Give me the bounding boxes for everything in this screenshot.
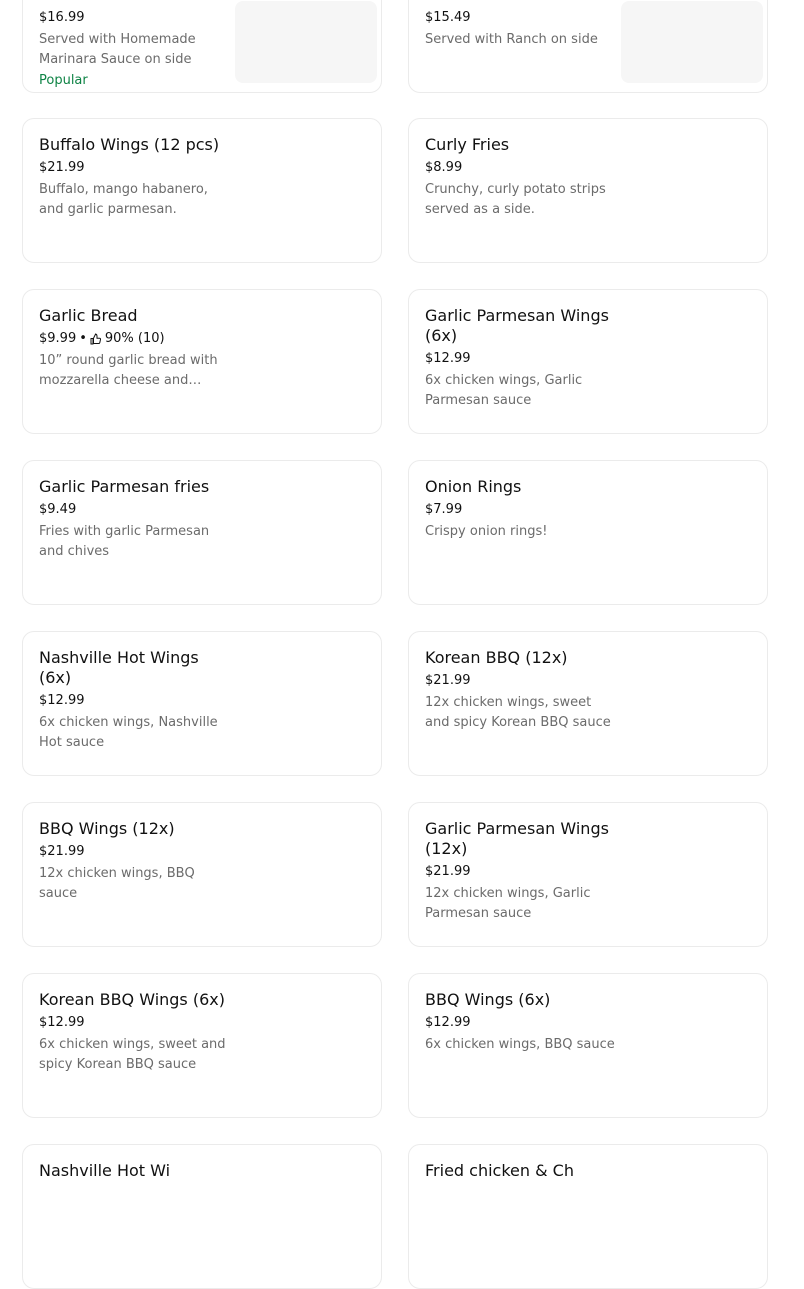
item-title: Garlic Parmesan Wings (12x) <box>425 819 609 858</box>
item-description: Fries with garlic Parmesan and chives <box>39 524 210 559</box>
item-description: Crunchy, curly potato strips served as a… <box>425 182 606 217</box>
item-price: $8.99 <box>425 160 463 175</box>
menu-item-card[interactable]: Buffalo Wings (12 pcs) $21.99 Buffalo, m… <box>22 118 382 263</box>
item-description: Served with Homemade Marinara Sauce on s… <box>39 32 196 67</box>
menu-item-card[interactable]: BBQ Wings (12x) $21.99 12x chicken wings… <box>22 802 382 947</box>
menu-item-card[interactable]: Garlic Bread $9.99 • 90% (10) 10” round … <box>22 289 382 434</box>
item-title: Fried chicken & Ch <box>425 1161 574 1180</box>
item-description: 6x chicken wings, BBQ sauce <box>425 1037 615 1052</box>
item-title: Garlic Parmesan Wings (6x) <box>425 306 609 345</box>
item-description: Served with Ranch on side <box>425 32 598 47</box>
item-image <box>621 1 763 83</box>
item-price: $21.99 <box>39 160 85 175</box>
item-price: $7.99 <box>425 502 463 517</box>
item-price: $21.99 <box>39 844 85 859</box>
menu-item-card[interactable]: Korean BBQ Wings (6x) $12.99 6x chicken … <box>22 973 382 1118</box>
item-price: $21.99 <box>425 673 471 688</box>
item-price: $12.99 <box>425 1015 471 1030</box>
item-description: 12x chicken wings, BBQ sauce <box>39 866 195 901</box>
item-price: $12.99 <box>39 1015 85 1030</box>
item-description: Crispy onion rings! <box>425 524 548 539</box>
menu-item-card[interactable]: Nashville Hot Wi <box>22 1144 382 1289</box>
item-price: $9.99 <box>39 331 77 346</box>
menu-item-card[interactable]: Garlic Parmesan Wings (12x) $21.99 12x c… <box>408 802 768 947</box>
item-price-row: $9.99 • 90% (10) <box>39 331 229 347</box>
menu-item-card[interactable]: $16.99 Served with Homemade Marinara Sau… <box>22 0 382 93</box>
item-price: $16.99 <box>39 10 85 25</box>
item-title: Buffalo Wings (12 pcs) <box>39 135 220 154</box>
item-price: $9.49 <box>39 502 77 517</box>
item-rating: 90% (10) <box>104 331 165 346</box>
item-image <box>235 1 377 83</box>
item-price: $12.99 <box>39 693 85 708</box>
item-title: Korean BBQ (12x) <box>425 648 568 667</box>
item-title: Garlic Bread <box>39 306 138 325</box>
item-description: 10” round garlic bread with mozzarella c… <box>39 353 218 388</box>
item-title: Onion Rings <box>425 477 522 496</box>
item-description: 6x chicken wings, sweet and spicy Korean… <box>39 1037 226 1072</box>
item-title: BBQ Wings (6x) <box>425 990 551 1009</box>
item-description: 12x chicken wings, sweet and spicy Korea… <box>425 695 611 730</box>
item-title: BBQ Wings (12x) <box>39 819 175 838</box>
menu-item-card[interactable]: Nashville Hot Wings (6x) $12.99 6x chick… <box>22 631 382 776</box>
thumbs-up-icon <box>90 333 101 345</box>
item-price: $21.99 <box>425 864 471 879</box>
menu-item-card[interactable]: Fried chicken & Ch <box>408 1144 768 1289</box>
item-title: Nashville Hot Wings (6x) <box>39 648 199 687</box>
item-description: 6x chicken wings, Garlic Parmesan sauce <box>425 373 583 408</box>
item-description: 6x chicken wings, Nashville Hot sauce <box>39 715 218 750</box>
menu-item-card[interactable]: $15.49 Served with Ranch on side <box>408 0 768 93</box>
menu-item-card[interactable]: Korean BBQ (12x) $21.99 12x chicken wing… <box>408 631 768 776</box>
menu-item-card[interactable]: Onion Rings $7.99 Crispy onion rings! <box>408 460 768 605</box>
item-description: Buffalo, mango habanero, and garlic parm… <box>39 182 208 217</box>
item-price: $15.49 <box>425 10 471 25</box>
item-title: Korean BBQ Wings (6x) <box>39 990 225 1009</box>
menu-item-card[interactable]: BBQ Wings (6x) $12.99 6x chicken wings, … <box>408 973 768 1118</box>
menu-item-card[interactable]: Garlic Parmesan fries $9.49 Fries with g… <box>22 460 382 605</box>
menu-item-card[interactable]: Garlic Parmesan Wings (6x) $12.99 6x chi… <box>408 289 768 434</box>
popular-badge: Popular <box>39 73 88 88</box>
item-title: Nashville Hot Wi <box>39 1161 171 1180</box>
item-description: 12x chicken wings, Garlic Parmesan sauce <box>425 886 591 921</box>
item-price: $12.99 <box>425 351 471 366</box>
separator: • <box>79 331 87 346</box>
item-title: Garlic Parmesan fries <box>39 477 210 496</box>
menu-item-card[interactable]: Curly Fries $8.99 Crunchy, curly potato … <box>408 118 768 263</box>
item-title: Curly Fries <box>425 135 510 154</box>
